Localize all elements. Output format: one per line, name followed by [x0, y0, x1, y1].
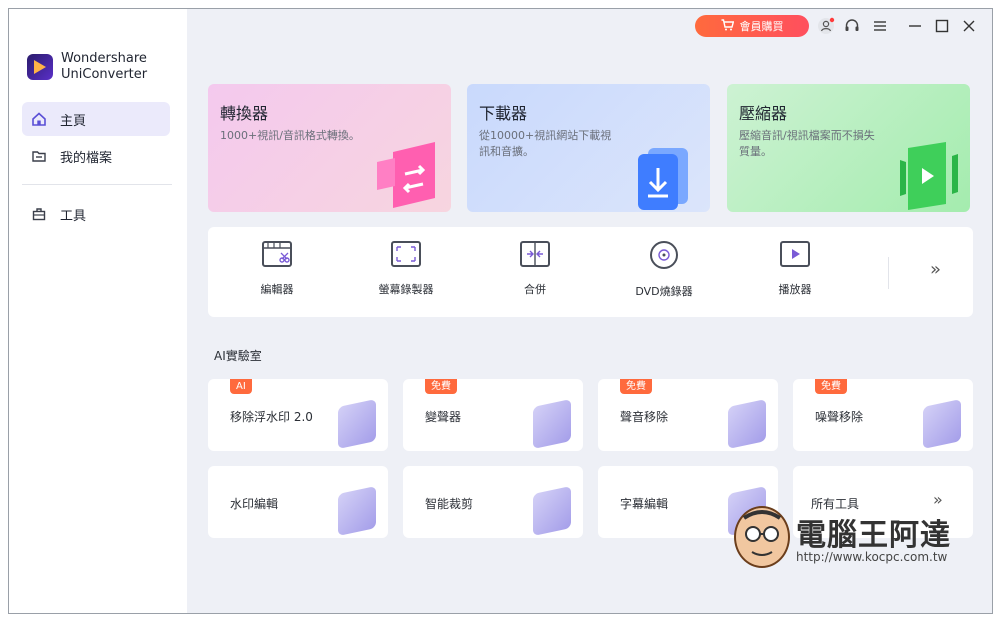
converter-icon — [375, 140, 441, 210]
sidebar-item-my-files[interactable]: 我的檔案 — [22, 139, 170, 173]
brand-name-line2: UniConverter — [61, 67, 148, 82]
card-title: 壓縮器 — [739, 104, 788, 123]
membership-buy-label: 會員購買 — [739, 20, 784, 33]
tool-label: 播放器 — [778, 283, 812, 296]
sidebar-item-label: 我的檔案 — [60, 150, 113, 166]
free-badge: 免費 — [620, 379, 652, 394]
dvd-icon — [650, 241, 678, 269]
play-icon — [780, 241, 810, 267]
ai-card-smart-trimmer[interactable]: 智能裁剪 — [403, 466, 583, 538]
folder-icon — [32, 149, 46, 163]
ai-lab-title: AI實驗室 — [214, 349, 262, 363]
merge-icon — [520, 241, 550, 267]
card-description: 壓縮音訊/視訊檔案而不損失質量。 — [739, 129, 875, 158]
card-description: 從10000+視訊網站下載視訊和音擴。 — [479, 129, 612, 158]
compressor-card[interactable]: 壓縮器 壓縮音訊/視訊檔案而不損失質量。 — [727, 84, 970, 212]
scissors-film-icon — [262, 241, 292, 267]
tool-merge[interactable]: 合併 — [480, 241, 590, 297]
uniconverter-logo-icon — [27, 54, 53, 80]
vocal-remove-icon — [728, 398, 766, 450]
tool-dvd-burner[interactable]: DVD燒錄器 — [609, 241, 719, 299]
membership-buy-button[interactable]: 會員購買 — [695, 15, 809, 37]
app-window: Wondershare UniConverter 主頁 我的檔案 工具 會員購買… — [8, 8, 993, 614]
tool-player[interactable]: 播放器 — [740, 241, 850, 297]
ai-card-watermark-editor[interactable]: 水印編輯 — [208, 466, 388, 538]
watermark-edit-icon — [338, 485, 376, 537]
ai-card-label: 噪聲移除 — [815, 410, 864, 424]
home-icon — [32, 112, 46, 126]
tool-label: 螢幕錄製器 — [378, 283, 434, 296]
ai-badge: AI — [230, 379, 252, 394]
ai-card-label: 移除浮水印 2.0 — [230, 410, 313, 424]
sidebar-divider — [22, 184, 172, 185]
minimize-icon[interactable] — [906, 17, 924, 35]
headphone-noise-icon — [923, 398, 961, 450]
converter-card[interactable]: 轉換器 1000+視訊/音訊格式轉換。 — [208, 84, 451, 212]
sidebar-item-label: 主頁 — [60, 113, 87, 129]
cart-icon — [721, 18, 734, 34]
site-watermark: 電腦王阿達 http://www.kocpc.com.tw — [734, 504, 974, 574]
free-badge: 免費 — [815, 379, 847, 394]
tool-label: DVD燒錄器 — [635, 285, 693, 298]
tool-label: 合併 — [524, 283, 546, 296]
card-description: 1000+視訊/音訊格式轉換。 — [220, 129, 360, 142]
downloader-card[interactable]: 下載器 從10000+視訊網站下載視訊和音擴。 — [467, 84, 710, 212]
sidebar: Wondershare UniConverter 主頁 我的檔案 工具 — [9, 9, 187, 613]
card-title: 轉換器 — [220, 104, 269, 123]
ai-card-label: 水印編輯 — [230, 497, 279, 511]
strip-divider — [888, 257, 889, 289]
toolbox-icon — [32, 207, 46, 221]
ai-trim-icon — [533, 485, 571, 537]
tool-screen-recorder[interactable]: 螢幕錄製器 — [351, 241, 461, 297]
close-icon[interactable] — [960, 17, 978, 35]
brand: Wondershare UniConverter — [27, 51, 147, 83]
voice-changer-icon — [533, 398, 571, 450]
maximize-icon[interactable] — [933, 17, 951, 35]
card-title: 下載器 — [479, 104, 528, 123]
tool-label: 編輯器 — [260, 283, 294, 296]
brand-name-line1: Wondershare — [61, 51, 147, 66]
download-icon — [634, 140, 700, 210]
user-icon[interactable] — [817, 17, 835, 35]
sidebar-item-label: 工具 — [60, 208, 87, 224]
ai-card-label: 字幕編輯 — [620, 497, 669, 511]
ai-card-label: 智能裁剪 — [425, 497, 474, 511]
ai-card-noise-remover[interactable]: 免費 噪聲移除 — [793, 379, 973, 451]
ai-card-vocal-remover[interactable]: 免費 聲音移除 — [598, 379, 778, 451]
watermark-title: 電腦王阿達 — [796, 518, 951, 553]
free-badge: 免費 — [425, 379, 457, 394]
tool-strip: 編輯器 螢幕錄製器 合併 DVD燒錄器 播放器 » — [208, 227, 973, 317]
ai-card-label: 變聲器 — [425, 410, 462, 424]
watermark-remove-icon — [338, 398, 376, 450]
screen-record-icon — [391, 241, 421, 267]
ai-card-watermark-remover[interactable]: AI 移除浮水印 2.0 — [208, 379, 388, 451]
sidebar-item-home[interactable]: 主頁 — [22, 102, 170, 136]
compress-icon — [894, 140, 960, 210]
watermark-url: http://www.kocpc.com.tw — [796, 550, 948, 564]
mascot-face-icon — [734, 506, 790, 568]
menu-icon[interactable] — [871, 17, 889, 35]
tool-editor[interactable]: 編輯器 — [222, 241, 332, 297]
ai-card-voice-changer[interactable]: 免費 變聲器 — [403, 379, 583, 451]
sidebar-item-tools[interactable]: 工具 — [22, 197, 170, 231]
more-tools-icon[interactable]: » — [930, 259, 941, 280]
headset-icon[interactable] — [843, 17, 861, 35]
ai-card-label: 聲音移除 — [620, 410, 669, 424]
